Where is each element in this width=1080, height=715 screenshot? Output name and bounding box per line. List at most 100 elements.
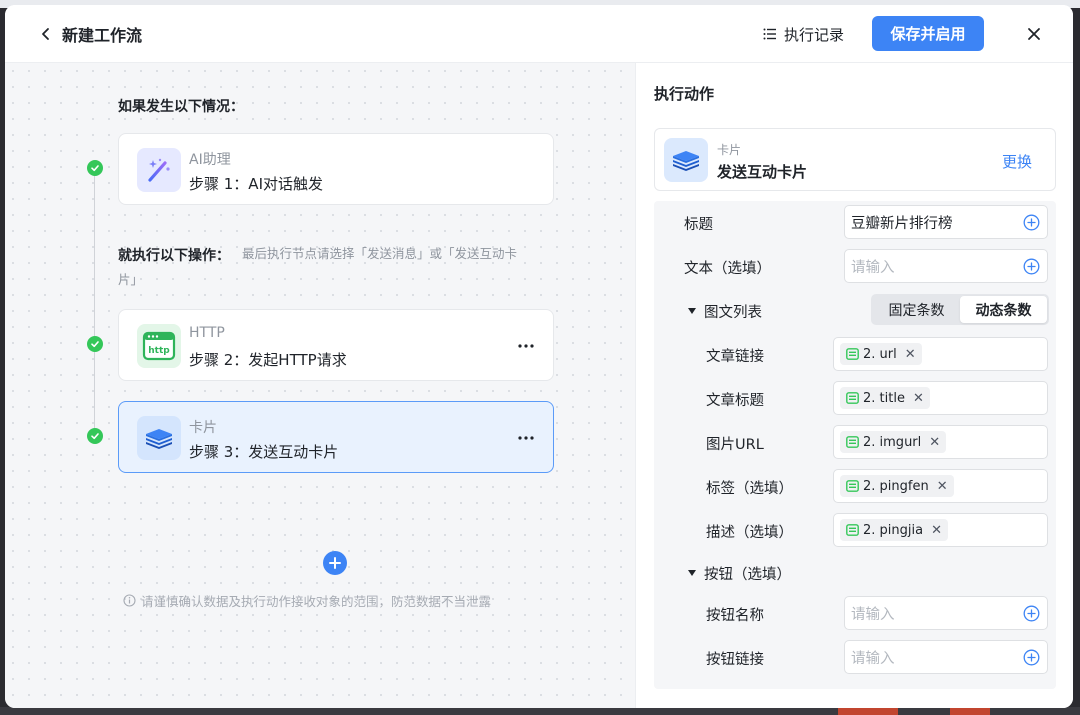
action-section-label: 就执行以下操作： [118,248,230,264]
button-link-input[interactable]: 请输入 [844,640,1048,674]
check-circle-icon [87,336,103,352]
panel-title: 执行动作 [654,85,715,103]
http-icon: http [137,324,181,368]
variable-tag-label: 2. title [863,390,905,406]
more-options-button[interactable] [515,335,537,357]
button-link-label: 按钮链接 [706,652,764,668]
workflow-node-http[interactable]: http HTTP 步骤 2：发起HTTP请求 [118,309,554,381]
workflow-canvas: 如果发生以下情况： AI助理 步骤 1：AI对话触发 就执行以下操作： 最后执行… [5,63,635,708]
button-name-label: 按钮名称 [706,608,764,624]
text-input[interactable]: 请输入 [844,249,1048,283]
article-title-input[interactable]: 2. title ✕ [833,381,1048,415]
variable-tag-label: 2. imgurl [863,434,922,450]
data-security-notice: 请谨慎确认数据及执行动作接收对象的范围，防范数据不当泄露 [123,591,491,610]
trigger-section-label: 如果发生以下情况： [118,99,244,115]
close-icon [1028,28,1040,40]
data-source-icon [846,392,859,404]
variable-tag: 2. url ✕ [840,343,922,365]
workflow-node-card[interactable]: 卡片 步骤 3：发送互动卡片 [118,401,554,473]
title-label: 标题 [684,217,713,233]
plus-circle-icon[interactable] [1023,605,1040,622]
text-placeholder: 请输入 [851,259,895,276]
node-title: 步骤 2：发起HTTP请求 [189,351,347,369]
node-type-label: AI助理 [189,152,231,168]
change-action-link[interactable]: 更换 [1002,151,1032,172]
variable-tag: 2. pingfen ✕ [840,475,954,497]
save-and-enable-button[interactable]: 保存并启用 [872,16,984,51]
node-title: 步骤 1：AI对话触发 [189,175,323,193]
toggle-fixed-count[interactable]: 固定条数 [873,296,960,323]
background-block [838,707,898,715]
more-dots-icon [518,344,534,348]
variable-tag-label: 2. pingjia [863,522,924,538]
plus-circle-icon[interactable] [1023,214,1040,231]
action-config-panel: 执行动作 卡片 发送互动卡片 更换 标题 豆瓣新片排行榜 文本（选填） 请输入 … [635,63,1073,708]
list-icon [763,28,776,40]
action-section-hint: 最后执行节点请选择「发送消息」或「发送互动卡 [242,246,518,261]
button-name-input[interactable]: 请输入 [844,596,1048,630]
article-link-input[interactable]: 2. url ✕ [833,337,1048,371]
image-url-label: 图片URL [706,437,764,453]
more-dots-icon [518,436,534,440]
background-page-bottom [0,707,1080,715]
variable-tag-label: 2. pingfen [863,478,929,494]
card-config-form: 标题 豆瓣新片排行榜 文本（选填） 请输入 图文列表 固定条数 动态条数 文章链… [654,201,1056,689]
workflow-node-ai-trigger[interactable]: AI助理 步骤 1：AI对话触发 [118,133,554,205]
list-mode-toggle: 固定条数 动态条数 [871,294,1049,325]
caret-down-icon[interactable] [688,308,696,314]
data-source-icon [846,348,859,360]
button-link-placeholder: 请输入 [851,650,895,667]
selected-action-card: 卡片 发送互动卡片 更换 [654,128,1056,191]
remove-tag-icon[interactable]: ✕ [931,523,942,538]
back-button[interactable] [35,23,57,45]
caret-down-icon[interactable] [688,570,696,576]
data-source-icon [846,524,859,536]
magic-wand-icon [137,148,181,192]
tags-input[interactable]: 2. pingfen ✕ [833,469,1048,503]
variable-tag: 2. pingjia ✕ [840,519,948,541]
check-circle-icon [87,428,103,444]
workflow-modal: 新建工作流 执行记录 保存并启用 如果发生以下情况： AI助理 步骤 1：AI对… [5,5,1073,708]
variable-tag: 2. imgurl ✕ [840,431,947,453]
article-title-label: 文章标题 [706,393,764,409]
remove-tag-icon[interactable]: ✕ [905,347,916,362]
toggle-dynamic-count[interactable]: 动态条数 [960,296,1047,323]
data-source-icon [846,436,859,448]
variable-tag-label: 2. url [863,346,897,362]
info-icon [123,594,136,607]
button-name-placeholder: 请输入 [851,606,895,623]
variable-tag: 2. title ✕ [840,387,930,409]
more-options-button[interactable] [515,427,537,449]
check-circle-icon [87,160,103,176]
plus-circle-icon[interactable] [1023,649,1040,666]
title-input[interactable]: 豆瓣新片排行榜 [844,205,1048,239]
action-section-hint-cont: 片」 [118,272,144,287]
card-layers-icon [137,416,181,460]
title-value: 豆瓣新片排行榜 [851,215,953,232]
remove-tag-icon[interactable]: ✕ [929,435,940,450]
execution-log-button[interactable]: 执行记录 [762,22,844,46]
button-section-label[interactable]: 按钮（选填） [704,563,791,584]
remove-tag-icon[interactable]: ✕ [937,479,948,494]
action-type-label: 卡片 [717,143,742,157]
page-title: 新建工作流 [62,26,143,45]
svg-text:http: http [148,346,170,356]
plus-circle-icon[interactable] [1023,258,1040,275]
close-button[interactable] [1022,22,1046,46]
remove-tag-icon[interactable]: ✕ [913,391,924,406]
execution-log-label: 执行记录 [784,25,845,44]
card-layers-icon [664,138,708,182]
image-url-input[interactable]: 2. imgurl ✕ [833,425,1048,459]
chevron-left-icon [42,28,49,40]
add-step-button[interactable] [323,551,347,575]
tags-label: 标签（选填） [706,481,793,497]
modal-header: 新建工作流 执行记录 保存并启用 [5,5,1073,63]
description-label: 描述（选填） [706,525,793,541]
image-text-list-label[interactable]: 图文列表 [704,301,762,322]
description-input[interactable]: 2. pingjia ✕ [833,513,1048,547]
article-link-label: 文章链接 [706,349,764,365]
action-name: 发送互动卡片 [717,163,808,181]
notice-text: 请谨慎确认数据及执行动作接收对象的范围，防范数据不当泄露 [141,594,492,609]
data-source-icon [846,480,859,492]
plus-icon [329,557,341,569]
